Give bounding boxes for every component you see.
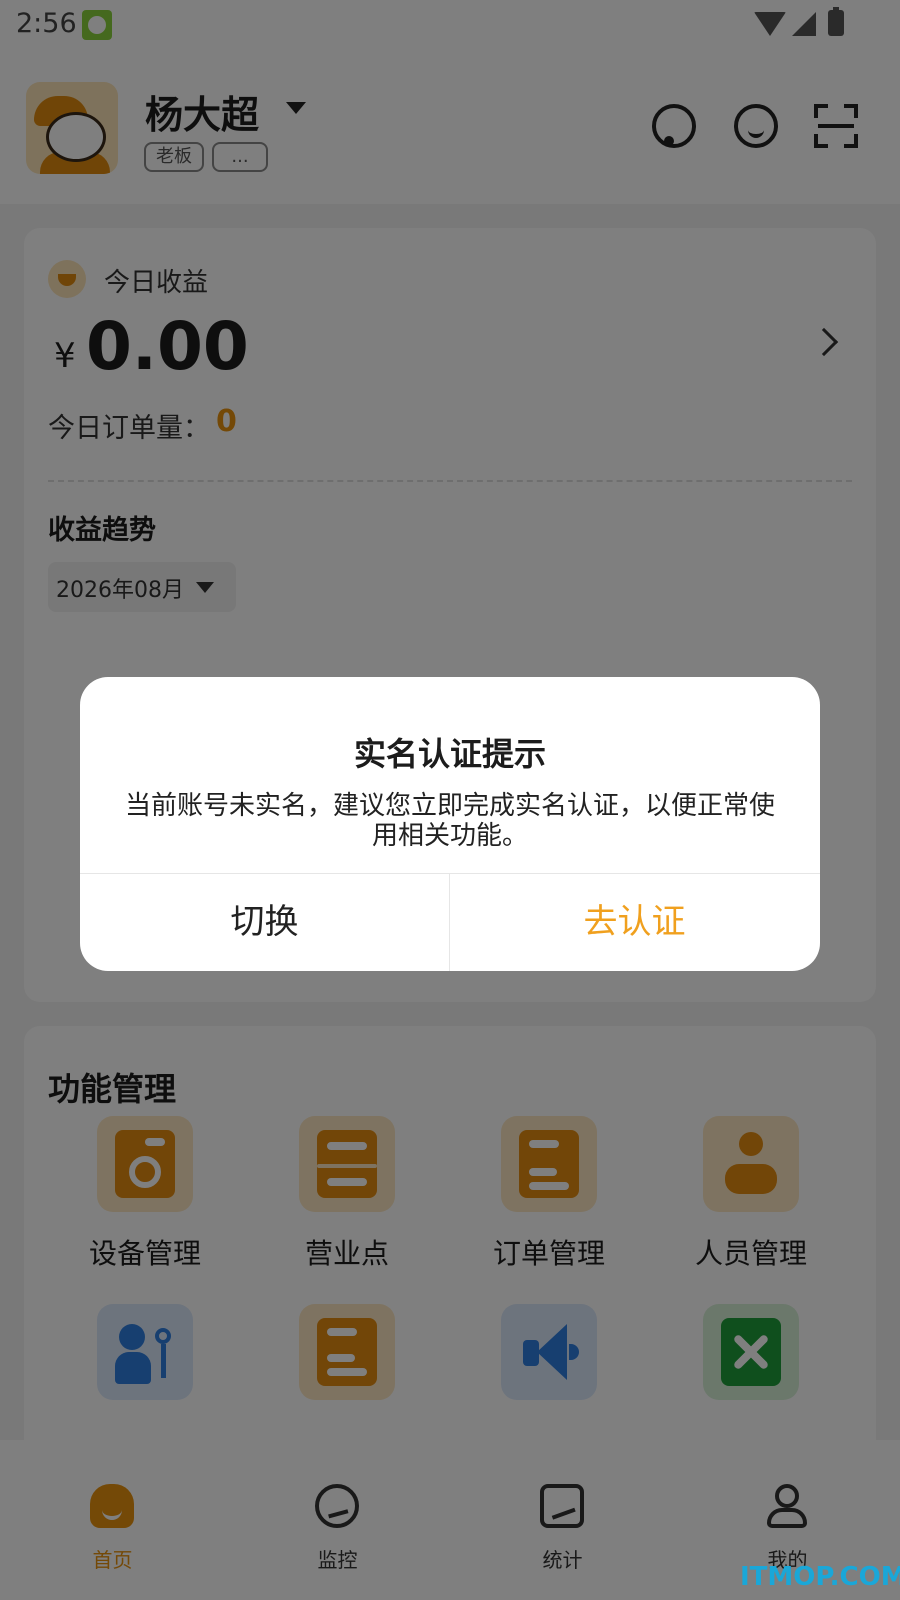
verify-button[interactable]: 去认证 (450, 874, 819, 971)
switch-button[interactable]: 切换 (80, 874, 449, 971)
verification-dialog: 实名认证提示 当前账号未实名，建议您立即完成实名认证，以便正常使用相关功能。 切… (80, 677, 820, 971)
dialog-title: 实名认证提示 (353, 735, 546, 773)
dialog-message: 当前账号未实名，建议您立即完成实名认证，以便正常使用相关功能。 (124, 791, 775, 851)
watermark: ITMOP.COM (740, 1562, 900, 1592)
